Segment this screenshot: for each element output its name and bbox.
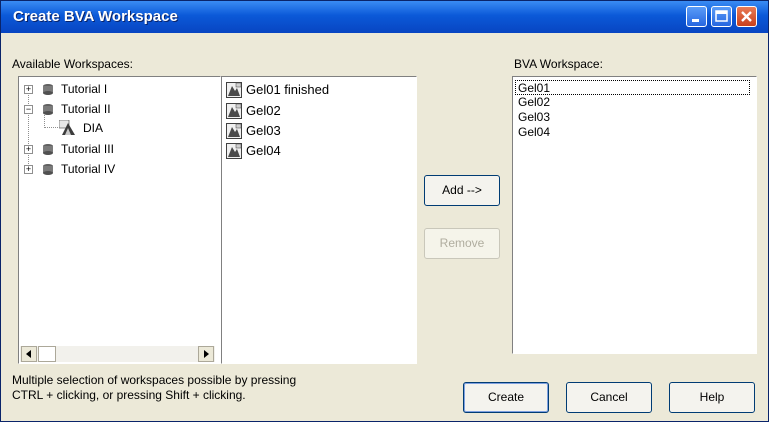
scroll-left-button[interactable] [21, 346, 37, 362]
expand-icon[interactable]: + [24, 165, 33, 174]
tree-item-dia[interactable]: DIA [59, 120, 209, 136]
list-item-label: Gel04 [246, 143, 281, 158]
scroll-thumb[interactable] [38, 346, 56, 362]
close-icon [741, 11, 752, 22]
selection-hint: Multiple selection of workspaces possibl… [12, 373, 372, 403]
tree-item-label: Tutorial I [61, 82, 108, 96]
create-button[interactable]: Create [463, 382, 549, 413]
minimize-icon [692, 19, 699, 22]
tree-line [44, 127, 58, 128]
collapse-icon[interactable]: − [24, 105, 33, 114]
hint-line: CTRL + clicking, or pressing Shift + cli… [12, 388, 246, 402]
list-item-label: Gel03 [246, 123, 281, 138]
database-icon [43, 144, 53, 155]
list-item[interactable]: Gel03 [518, 110, 550, 125]
database-icon [43, 84, 53, 95]
title-bar[interactable]: Create BVA Workspace [1, 1, 768, 33]
list-item-label: Gel02 [246, 103, 281, 118]
tree-item-tutorial-i[interactable]: + Tutorial I [23, 81, 213, 97]
create-bva-workspace-dialog: Create BVA Workspace Available Workspace… [0, 0, 769, 422]
hint-line: Multiple selection of workspaces possibl… [12, 373, 297, 387]
tree-item-label: Tutorial III [61, 142, 114, 156]
remove-button[interactable]: Remove [424, 228, 500, 259]
database-icon [43, 104, 53, 115]
workspace-tree[interactable]: + Tutorial I − Tutorial II DIA + Tutoria… [18, 76, 221, 364]
gel-image-icon [226, 123, 242, 139]
tree-item-tutorial-ii[interactable]: − Tutorial II [23, 101, 213, 117]
close-button[interactable] [736, 6, 757, 27]
list-item[interactable]: Gel04 [518, 125, 550, 140]
tree-item-label: DIA [83, 121, 104, 135]
expand-icon[interactable]: + [24, 85, 33, 94]
tree-item-tutorial-iii[interactable]: + Tutorial III [23, 141, 213, 157]
horizontal-scrollbar[interactable] [20, 346, 215, 362]
database-icon [43, 164, 53, 175]
tree-item-tutorial-iv[interactable]: + Tutorial IV [23, 161, 213, 177]
arrow-right-icon [204, 350, 209, 358]
cancel-button[interactable]: Cancel [566, 382, 652, 413]
tree-item-label: Tutorial IV [61, 162, 116, 176]
gel-image-icon [226, 143, 242, 159]
add-button[interactable]: Add --> [424, 175, 500, 206]
window-title: Create BVA Workspace [13, 8, 178, 25]
gel-image-icon [226, 103, 242, 119]
expand-icon[interactable]: + [24, 145, 33, 154]
list-item[interactable]: Gel01 [515, 80, 750, 95]
bva-workspace-label: BVA Workspace: [514, 57, 603, 71]
help-button[interactable]: Help [669, 382, 755, 413]
bva-workspace-list[interactable]: Gel01 Gel02 Gel03 Gel04 [512, 76, 757, 354]
dia-analysis-icon [59, 120, 75, 135]
workspace-list[interactable]: Gel01 finished Gel02 Gel03 Gel04 [221, 76, 417, 364]
list-item-label: Gel01 finished [246, 82, 330, 97]
minimize-button[interactable] [686, 6, 707, 27]
tree-item-label: Tutorial II [61, 102, 111, 116]
gel-image-icon [226, 82, 242, 98]
maximize-button[interactable] [711, 6, 732, 27]
maximize-icon [715, 10, 728, 22]
arrow-left-icon [26, 350, 31, 358]
list-item[interactable]: Gel02 [518, 95, 550, 110]
available-workspaces-label: Available Workspaces: [12, 57, 133, 71]
scroll-right-button[interactable] [198, 346, 214, 362]
